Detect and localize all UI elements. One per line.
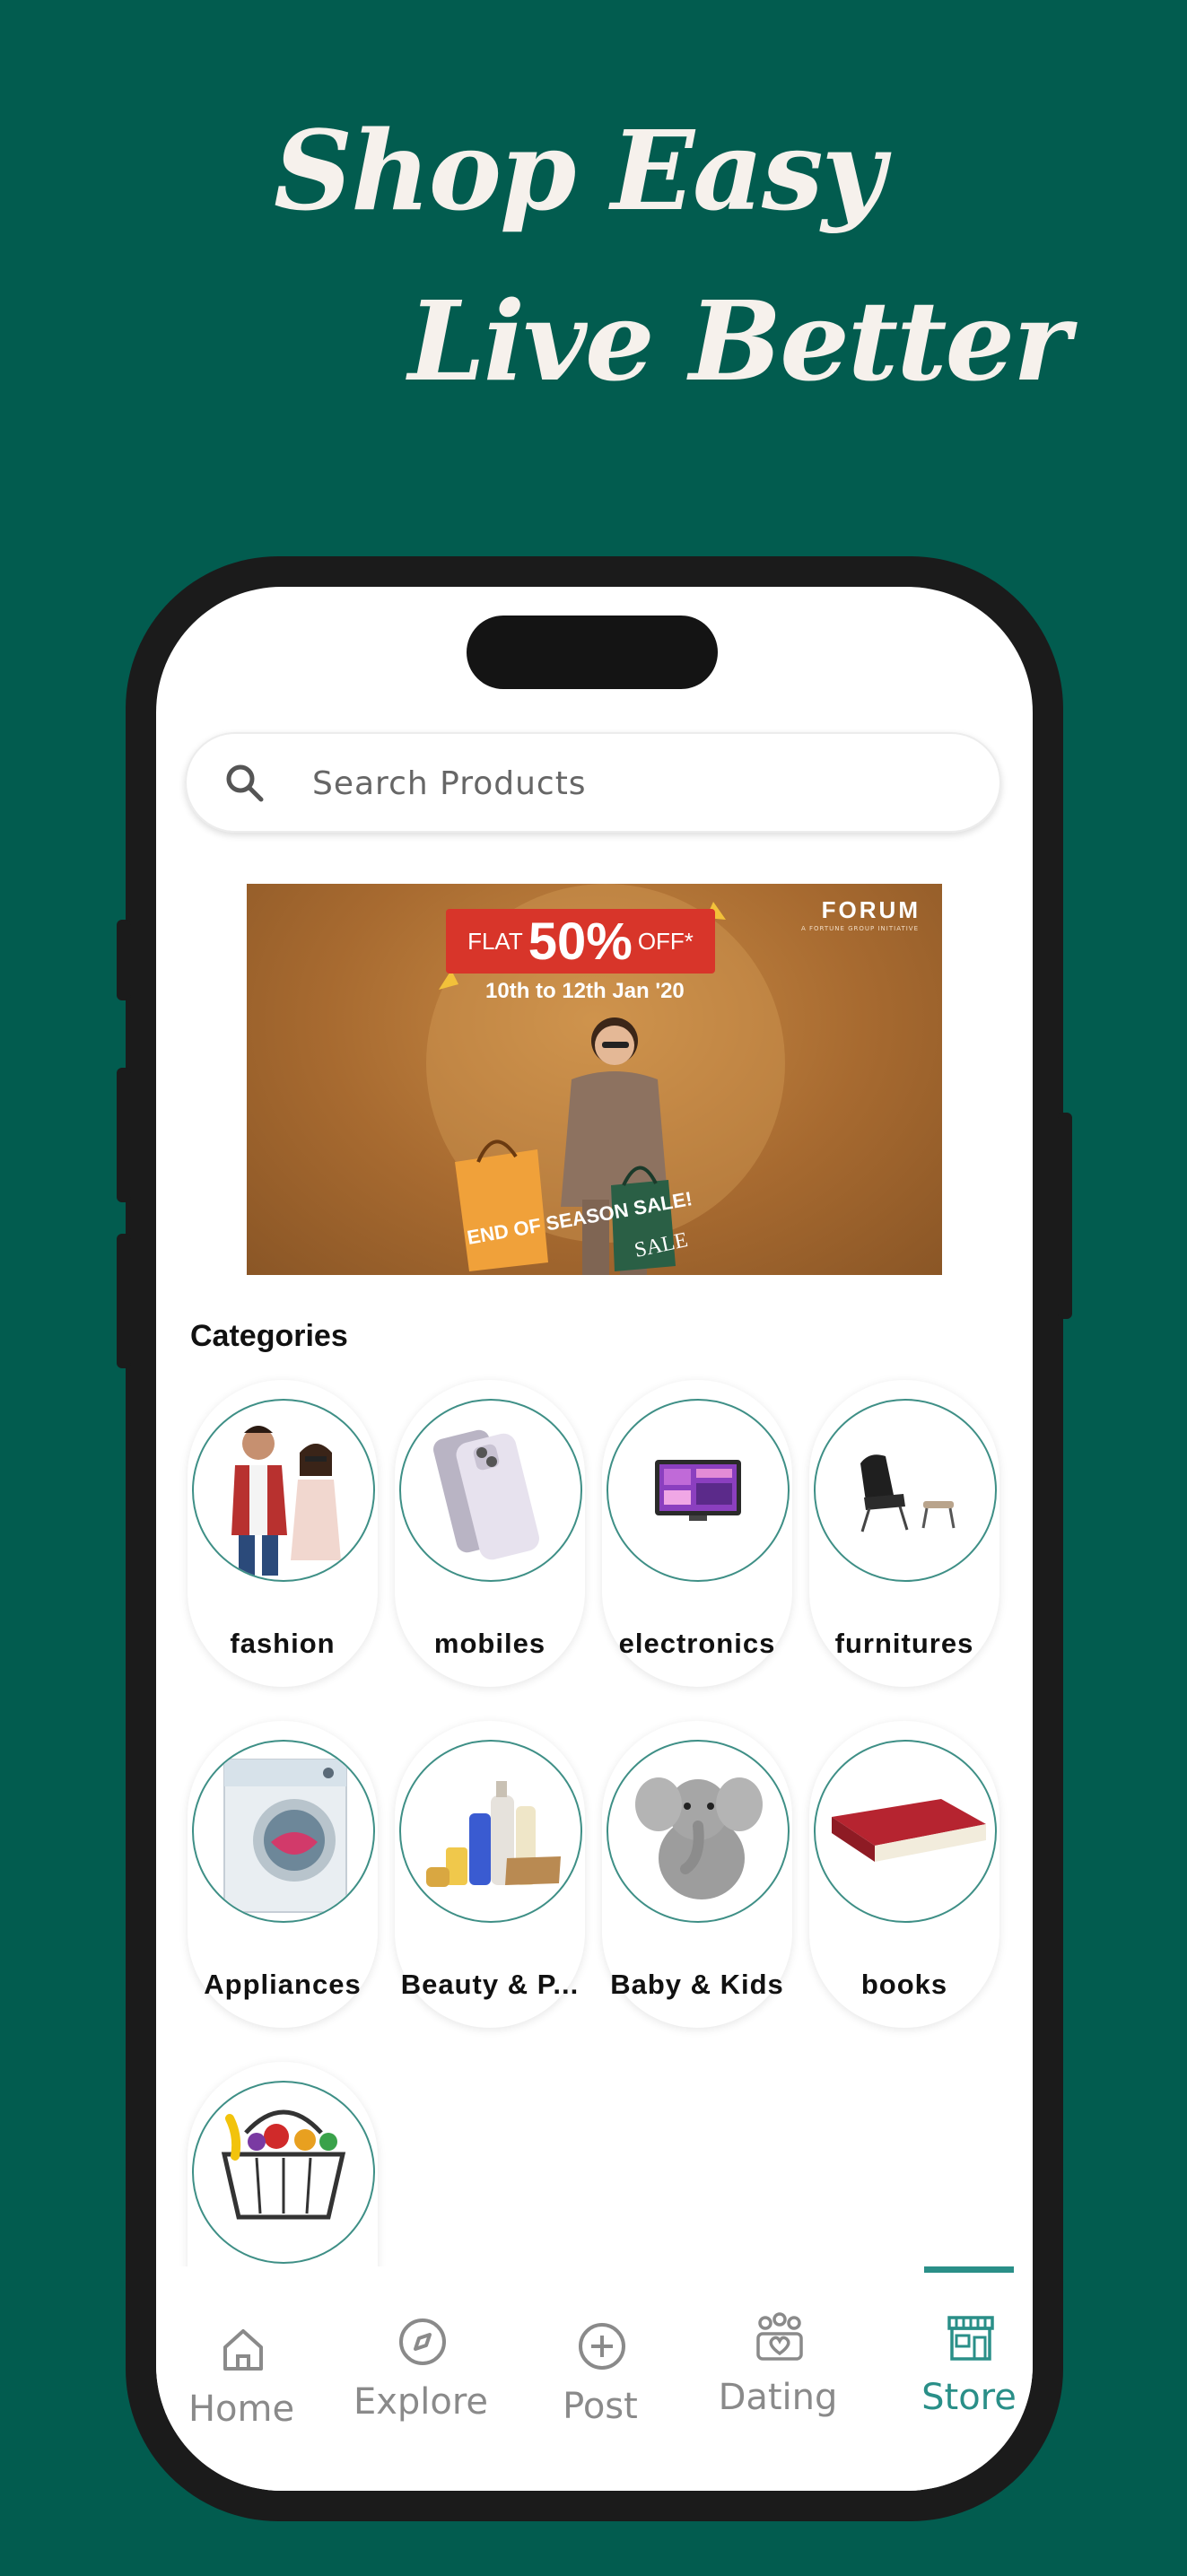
- app-screen: FORUM A FORTUNE GROUP INITIATIVE FLAT 50…: [156, 587, 1033, 2491]
- phone-frame: FORUM A FORTUNE GROUP INITIATIVE FLAT 50…: [117, 556, 1072, 2521]
- category-fashion[interactable]: fashion: [188, 1380, 378, 1687]
- power-button: [1058, 1113, 1072, 1319]
- banner-dates: 10th to 12th Jan '20: [485, 979, 685, 1003]
- category-image: [192, 1399, 375, 1582]
- store-icon: [947, 2316, 994, 2361]
- category-image: [399, 1740, 582, 1923]
- category-furnitures[interactable]: furnitures: [809, 1380, 999, 1687]
- search-bar[interactable]: [185, 732, 1001, 833]
- furnitures-image: [860, 1454, 956, 1533]
- banner-brand-sub: A FORTUNE GROUP INITIATIVE: [800, 925, 919, 932]
- home-icon: [223, 2329, 263, 2371]
- banner-offer-ribbon: FLAT 50% OFF*: [446, 909, 715, 974]
- bottom-navigation: Home Explore Post Dating Store: [156, 2266, 1033, 2491]
- volume-down-button: [117, 1234, 131, 1368]
- promo-banner[interactable]: FORUM A FORTUNE GROUP INITIATIVE FLAT 50…: [247, 884, 942, 1275]
- dynamic-island: [467, 616, 718, 689]
- category-image: [192, 2081, 375, 2264]
- search-icon: [226, 764, 264, 802]
- category-label: furnitures: [834, 1628, 974, 1659]
- people-heart-icon: [756, 2312, 803, 2361]
- category-image: [814, 1399, 997, 1582]
- volume-up-button: [117, 1068, 131, 1202]
- compass-icon: [399, 2318, 446, 2365]
- category-mobiles[interactable]: mobiles: [395, 1380, 585, 1687]
- nav-label: Explore: [353, 2381, 489, 2423]
- mobiles-image: [433, 1429, 539, 1560]
- offer-suffix: OFF*: [637, 927, 694, 955]
- headline-line1: Shop Easy: [274, 106, 886, 235]
- fashion-image: [231, 1426, 341, 1576]
- banner-brand: FORUM: [821, 896, 921, 923]
- category-image: [192, 1740, 375, 1923]
- search-input[interactable]: [310, 752, 960, 815]
- category-baby-kids[interactable]: Baby & Kids: [602, 1721, 792, 2028]
- category-beauty[interactable]: Beauty & P...: [395, 1721, 585, 2028]
- books-image: [832, 1799, 986, 1862]
- nav-label: Home: [188, 2388, 295, 2430]
- nav-home[interactable]: Home: [156, 2266, 327, 2491]
- category-appliances[interactable]: Appliances: [188, 1721, 378, 2028]
- nav-label: Dating: [718, 2377, 838, 2418]
- plus-circle-icon: [579, 2323, 625, 2370]
- nav-label: Store: [921, 2377, 1017, 2418]
- category-image: [607, 1740, 790, 1923]
- category-label: Beauty & P...: [400, 1969, 580, 2000]
- category-image: [814, 1740, 997, 1923]
- categories-title: Categories: [190, 1319, 348, 1353]
- beauty-image: [426, 1781, 561, 1887]
- category-image: [607, 1399, 790, 1582]
- category-label: Baby & Kids: [610, 1969, 784, 2000]
- category-label: books: [860, 1969, 948, 2000]
- side-button: [117, 920, 131, 1000]
- nav-explore[interactable]: Explore: [336, 2259, 506, 2484]
- category-books[interactable]: books: [809, 1721, 999, 2028]
- category-electronics[interactable]: electronics: [602, 1380, 792, 1687]
- category-label: Appliances: [204, 1969, 362, 2000]
- nav-dating[interactable]: Dating: [693, 2255, 863, 2479]
- baby-kids-image: [635, 1777, 763, 1899]
- category-label: mobiles: [433, 1628, 546, 1659]
- category-label: fashion: [230, 1628, 336, 1659]
- nav-store[interactable]: Store: [884, 2255, 1033, 2479]
- nav-post[interactable]: Post: [515, 2264, 685, 2488]
- offer-value: 50%: [528, 912, 633, 971]
- grocery-basket-image: [221, 2109, 346, 2220]
- headline-line2: Live Better: [408, 276, 1070, 406]
- category-label: electronics: [618, 1628, 776, 1659]
- electronics-image: [655, 1460, 741, 1521]
- appliances-image: [223, 1759, 347, 1913]
- nav-label: Post: [563, 2386, 638, 2427]
- offer-prefix: FLAT: [467, 927, 523, 955]
- category-image: [399, 1399, 582, 1582]
